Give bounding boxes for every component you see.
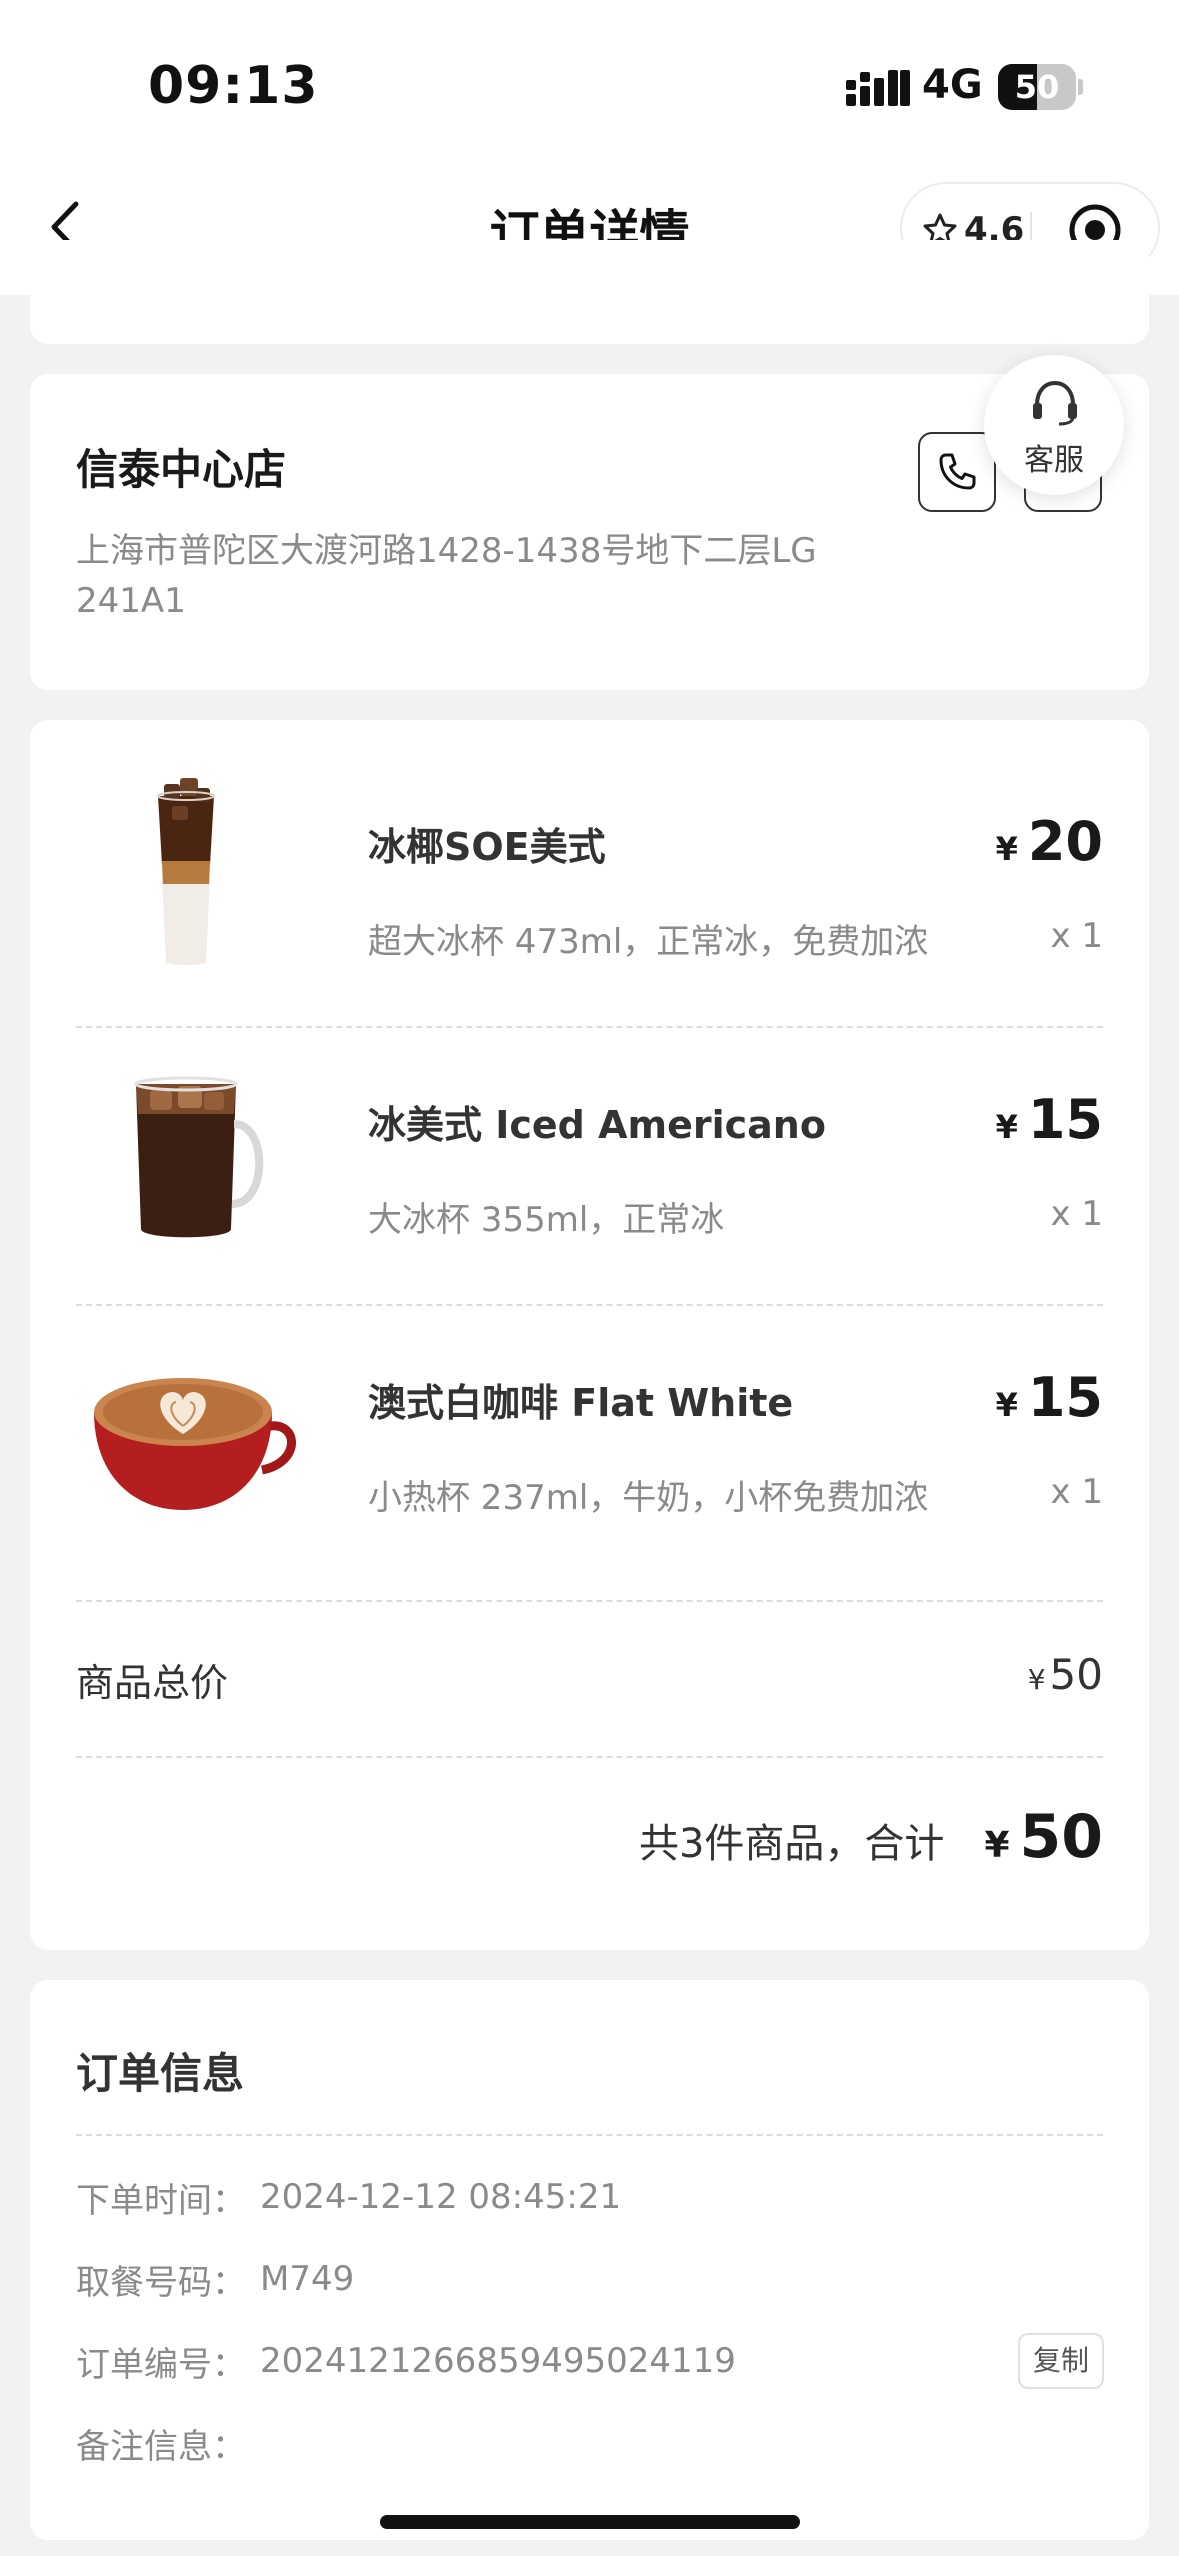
currency-symbol: ¥ <box>995 1386 1018 1424</box>
battery-tip <box>1078 79 1083 95</box>
item-spec: 超大冰杯 473ml，正常冰，免费加浓 <box>368 922 929 962</box>
item-price-value: 15 <box>1027 1366 1103 1429</box>
total-label: 共3件商品，合计 <box>638 1821 945 1867</box>
item-price: ¥20 <box>996 810 1103 873</box>
item-quantity: x 1 <box>1050 1194 1103 1234</box>
item-price: ¥15 <box>996 1366 1103 1429</box>
item-quantity: x 1 <box>1050 1472 1103 1512</box>
order-time-label: 下单时间： <box>76 2180 246 2221</box>
customer-service-button[interactable]: 客服 <box>984 355 1124 495</box>
currency-symbol: ¥ <box>1027 1663 1046 1696</box>
summary-divider <box>76 1600 1103 1602</box>
home-indicator <box>380 2515 800 2529</box>
store-name: 信泰中心店 <box>76 445 287 494</box>
item-spec: 大冰杯 355ml，正常冰 <box>368 1200 725 1240</box>
iced-americano-image <box>134 1076 264 1238</box>
item-price-value: 15 <box>1027 1088 1103 1151</box>
subtotal-label: 商品总价 <box>76 1661 229 1705</box>
copy-order-number-button[interactable]: 复制 <box>1018 2333 1104 2389</box>
item-name: 冰椰SOE美式 <box>368 825 606 869</box>
total-amount: 50 <box>1019 1802 1104 1872</box>
total-divider <box>76 1756 1103 1758</box>
status-time: 09:13 <box>148 56 319 116</box>
battery-icon: 50 <box>998 64 1076 110</box>
store-address: 上海市普陀区大渡河路1428-1438号地下二层LG 241A1 <box>76 531 817 621</box>
order-time-row: 下单时间： 2024-12-12 08:45:21 <box>76 2172 621 2222</box>
remarks-label: 备注信息： <box>76 2426 246 2467</box>
info-divider <box>76 2134 1103 2136</box>
pickup-code-value: M749 <box>260 2259 355 2299</box>
item-name: 澳式白咖啡 Flat White <box>368 1381 794 1425</box>
order-item: 冰椰SOE美式 超大冰杯 473ml，正常冰，免费加浓 ¥20 x 1 <box>76 720 1103 998</box>
customer-service-label: 客服 <box>1024 443 1084 478</box>
order-number-value: 20241212668594950241​19 <box>260 2341 736 2381</box>
order-time-value: 2024-12-12 08:45:21 <box>260 2177 622 2217</box>
item-price: ¥15 <box>996 1088 1103 1151</box>
phone-icon <box>939 453 976 490</box>
previous-card <box>30 240 1149 344</box>
order-total: 共3件商品，合计 ¥ 50 <box>639 1802 1103 1872</box>
iced-coconut-coffee-image <box>157 778 215 965</box>
item-spec: 小热杯 237ml，牛奶，小杯免费加浓 <box>368 1478 929 1518</box>
currency-symbol: ¥ <box>995 1108 1018 1146</box>
battery-percent: 50 <box>1014 68 1060 106</box>
order-info-title: 订单信息 <box>76 2049 245 2098</box>
order-items-card: 冰椰SOE美式 超大冰杯 473ml，正常冰，免费加浓 ¥20 x 1 冰美式 … <box>30 720 1149 1950</box>
store-card: 信泰中心店 上海市普陀区大渡河路1428-1438号地下二层LG 241A1 <box>30 374 1149 690</box>
order-item: 澳式白咖啡 Flat White 小热杯 237ml，牛奶，小杯免费加浓 ¥15… <box>76 1276 1103 1554</box>
pickup-code-label: 取餐号码： <box>76 2262 246 2303</box>
flat-white-image <box>94 1378 296 1510</box>
status-bar: 09:13 4G 50 <box>0 0 1179 160</box>
order-number-label: 订单编号： <box>76 2344 246 2385</box>
order-item: 冰美式 Iced Americano 大冰杯 355ml，正常冰 ¥15 x 1 <box>76 998 1103 1276</box>
item-price-value: 20 <box>1027 810 1103 873</box>
network-type: 4G <box>922 62 983 108</box>
currency-symbol: ¥ <box>995 830 1018 868</box>
item-name: 冰美式 Iced Americano <box>368 1103 826 1147</box>
pickup-code-row: 取餐号码： M749 <box>76 2254 354 2304</box>
currency-symbol: ¥ <box>984 1825 1010 1866</box>
headset-icon <box>1033 380 1077 426</box>
subtotal-amount: 50 <box>1049 1650 1103 1699</box>
subtotal-value: ¥50 <box>1028 1650 1103 1699</box>
order-detail-page: 09:13 4G 50 订单详情 4.6 信泰中心店 上海市普陀区大渡河路142… <box>0 0 1179 2556</box>
remarks-row: 备注信息： <box>76 2418 260 2468</box>
cellular-signal-icon <box>846 70 910 106</box>
order-number-row: 订单编号： 20241212668594950241​19 <box>76 2336 736 2386</box>
item-quantity: x 1 <box>1050 916 1103 956</box>
order-info-card: 订单信息 下单时间： 2024-12-12 08:45:21 取餐号码： M74… <box>30 1980 1149 2540</box>
